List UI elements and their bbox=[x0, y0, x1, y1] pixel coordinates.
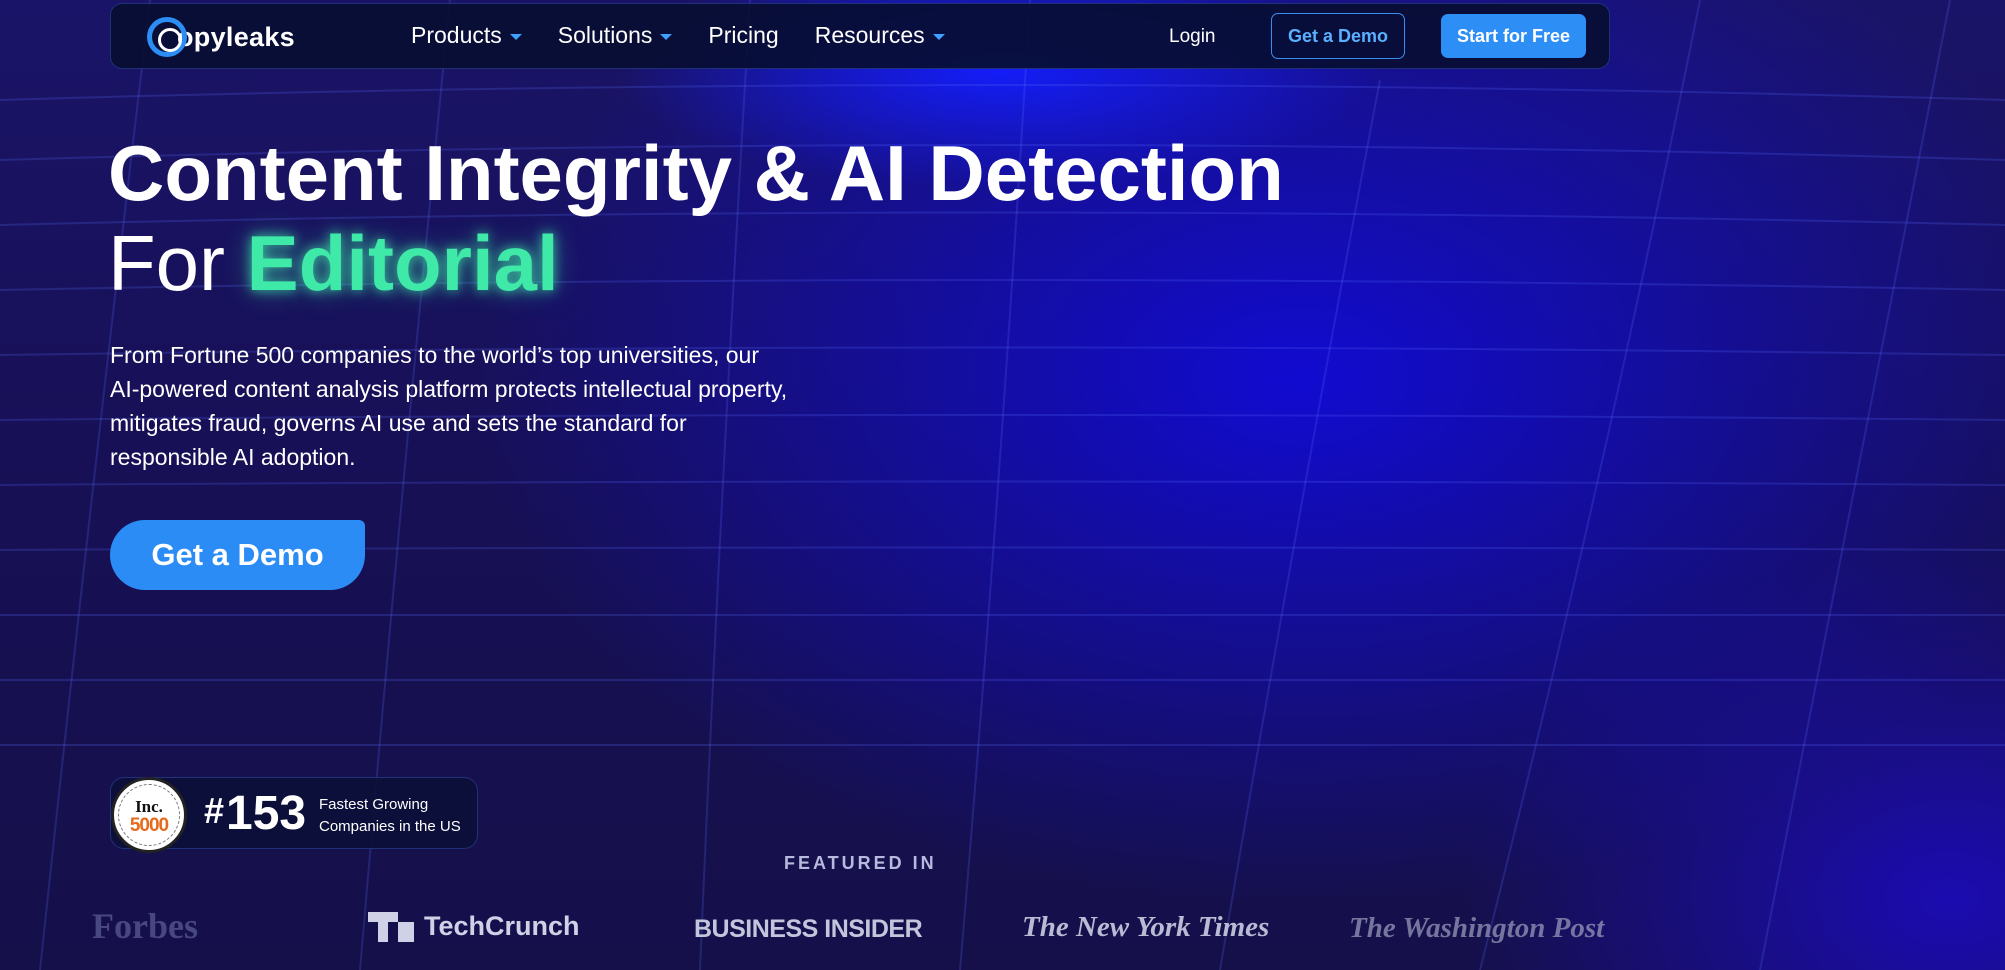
main-menu: Products Solutions Pricing Resources bbox=[411, 22, 945, 49]
rank-caption: Fastest Growing Companies in the US bbox=[319, 794, 461, 838]
techcrunch-logo: TechCrunch bbox=[368, 911, 580, 942]
logo-text: opyleaks bbox=[177, 21, 295, 52]
copyleaks-logo[interactable]: opyleaks bbox=[147, 16, 295, 58]
rank-value: #153 bbox=[204, 786, 306, 841]
hero-title-highlight: Editorial bbox=[246, 219, 559, 307]
hero-title-prefix: For bbox=[108, 219, 247, 307]
forbes-logo: Forbes bbox=[92, 906, 198, 946]
nav-item-label: Pricing bbox=[708, 22, 779, 48]
featured-logos-strip: Forbes TechCrunch BUSINESS INSIDER The N… bbox=[0, 905, 2005, 955]
inc-5000-seal: Inc. 5000 bbox=[111, 777, 187, 853]
techcrunch-wordmark: TechCrunch bbox=[424, 911, 580, 941]
rank-hash: # bbox=[204, 790, 225, 831]
start-free-button[interactable]: Start for Free bbox=[1441, 14, 1586, 58]
rank-number: 153 bbox=[226, 787, 307, 840]
hero-title-line1: Content Integrity & AI Detection bbox=[108, 129, 1284, 217]
top-navbar: opyleaks Products Solutions Pricing Reso… bbox=[110, 3, 1610, 69]
nav-item-products[interactable]: Products bbox=[411, 22, 522, 49]
get-demo-button[interactable]: Get a Demo bbox=[1271, 13, 1405, 59]
copyleaks-logo-icon bbox=[147, 17, 187, 57]
business-insider-logo: BUSINESS INSIDER bbox=[694, 915, 923, 943]
chevron-down-icon bbox=[660, 34, 673, 40]
rank-caption-line2: Companies in the US bbox=[319, 818, 461, 835]
hero-get-demo-button[interactable]: Get a Demo bbox=[110, 520, 365, 590]
login-link[interactable]: Login bbox=[1169, 26, 1216, 48]
featured-in-heading: FEATURED IN bbox=[784, 853, 937, 873]
hero-title-line2: For Editorial bbox=[108, 218, 559, 309]
nav-item-resources[interactable]: Resources bbox=[815, 22, 945, 49]
nav-item-label: Solutions bbox=[557, 22, 653, 48]
nav-item-pricing[interactable]: Pricing bbox=[708, 22, 778, 49]
nav-item-label: Resources bbox=[814, 22, 925, 48]
chevron-down-icon bbox=[509, 34, 522, 40]
nyt-logo: The New York Times bbox=[1022, 911, 1270, 943]
nav-item-solutions[interactable]: Solutions bbox=[558, 22, 673, 49]
washington-post-logo: The Washington Post bbox=[1349, 912, 1605, 944]
techcrunch-icon bbox=[368, 911, 414, 942]
inc-5000-badge: Inc. 5000 #153 Fastest Growing Companies… bbox=[110, 777, 478, 853]
chevron-down-icon bbox=[932, 34, 945, 40]
nav-item-label: Products bbox=[411, 22, 502, 48]
hero-description: From Fortune 500 companies to the world’… bbox=[110, 342, 788, 470]
seal-brand: Inc. bbox=[135, 797, 163, 816]
rank-caption-line1: Fastest Growing bbox=[319, 796, 429, 813]
seal-number: 5000 bbox=[129, 815, 169, 836]
